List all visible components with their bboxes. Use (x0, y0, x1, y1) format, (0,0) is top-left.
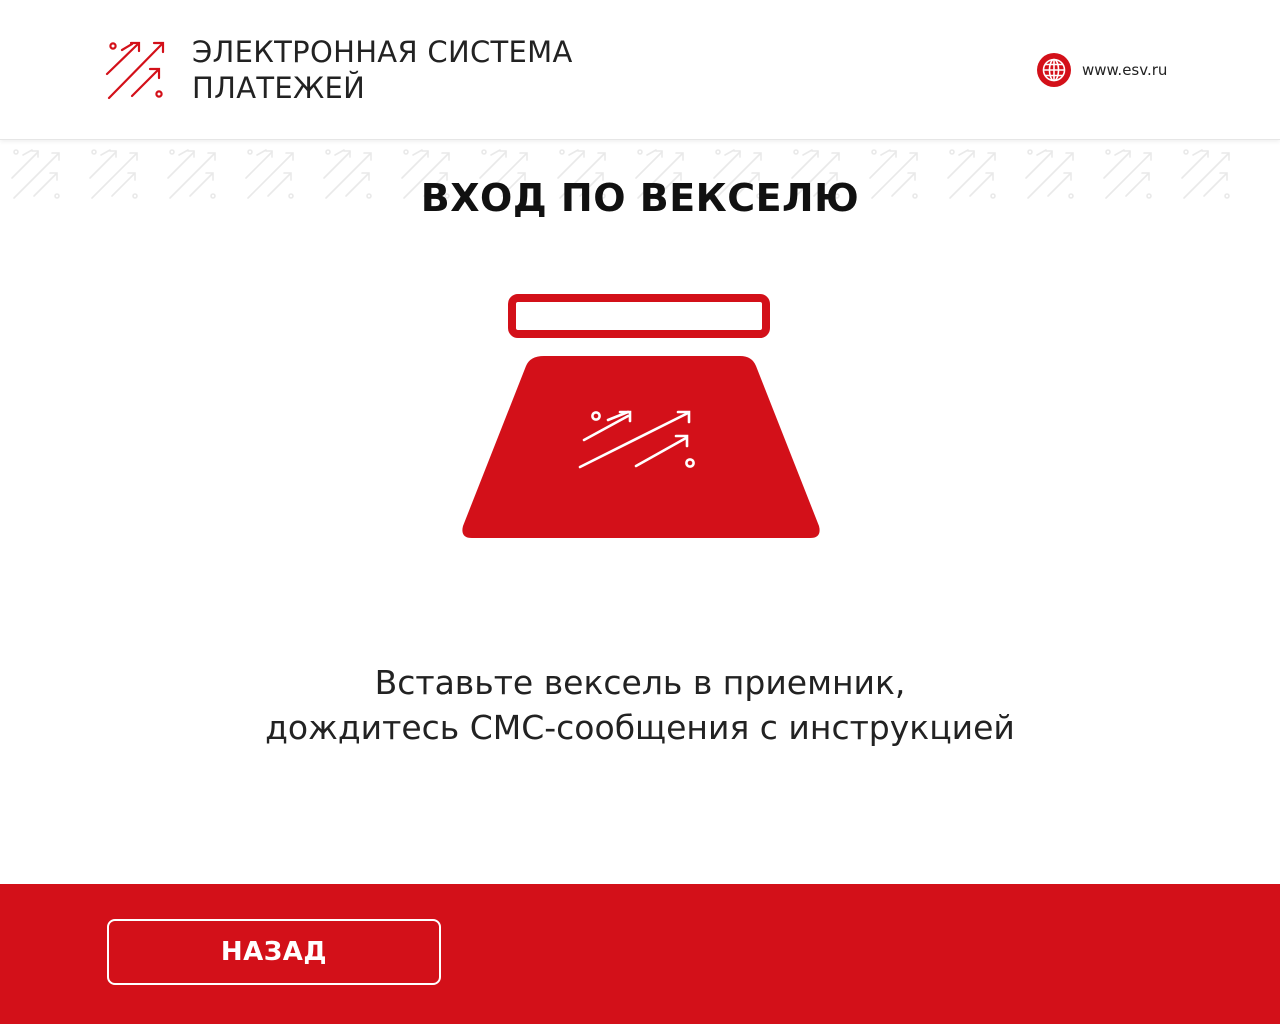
instruction-line1: Вставьте вексель в приемник, (374, 663, 906, 702)
login-by-bill-screen: ЭЛЕКТРОННАЯ СИСТЕМА ПЛАТЕЖЕЙ www.esv.ru (0, 0, 1280, 1024)
header: ЭЛЕКТРОННАЯ СИСТЕМА ПЛАТЕЖЕЙ www.esv.ru (0, 0, 1280, 140)
brand-name: ЭЛЕКТРОННАЯ СИСТЕМА ПЛАТЕЖЕЙ (192, 34, 573, 106)
back-button[interactable]: НАЗАД (107, 919, 441, 985)
instruction-line2: дождитесь СМС-сообщения с инструкцией (265, 708, 1015, 747)
globe-icon (1037, 53, 1071, 87)
growth-arrows-logo-icon (105, 41, 165, 100)
brand-name-line2: ПЛАТЕЖЕЙ (192, 71, 366, 105)
page-title: ВХОД ПО ВЕКСЕЛЮ (420, 176, 860, 220)
brand-name-line1: ЭЛЕКТРОННАЯ СИСТЕМА (192, 35, 573, 69)
bill-acceptor-icon (462, 294, 820, 538)
instruction-text: Вставьте вексель в приемник, дождитесь С… (0, 660, 1280, 750)
website-url: www.esv.ru (1082, 61, 1168, 79)
website-link[interactable]: www.esv.ru (1036, 52, 1167, 88)
footer-bar: НАЗАД (0, 884, 1280, 1024)
